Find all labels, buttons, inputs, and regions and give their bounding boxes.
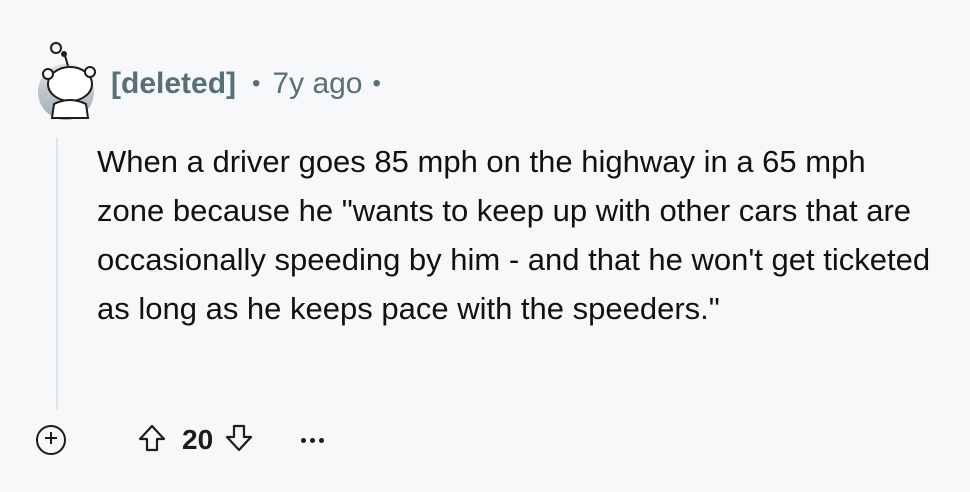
comment-body: When a driver goes 85 mph on the highway…: [97, 144, 931, 326]
meta-separator: •: [252, 70, 261, 97]
expand-thread-button[interactable]: [36, 425, 66, 455]
plus-icon: [43, 430, 59, 451]
meta-separator-trailing: •: [372, 70, 381, 97]
arrow-down-icon: [223, 422, 255, 459]
comment-meta: [deleted] • 7y ago •: [111, 64, 381, 104]
ellipsis-icon: [301, 437, 325, 443]
upvote-button[interactable]: [132, 420, 172, 460]
author-name[interactable]: [deleted]: [111, 64, 236, 104]
comment-actions: 20: [36, 420, 325, 460]
downvote-button[interactable]: [219, 420, 259, 460]
comment-age: 7y ago: [272, 67, 363, 100]
thread-line[interactable]: [56, 138, 58, 410]
avatar: [30, 40, 102, 120]
vote-score: 20: [182, 424, 214, 455]
arrow-up-icon: [136, 422, 168, 459]
more-options-button[interactable]: [301, 425, 325, 455]
